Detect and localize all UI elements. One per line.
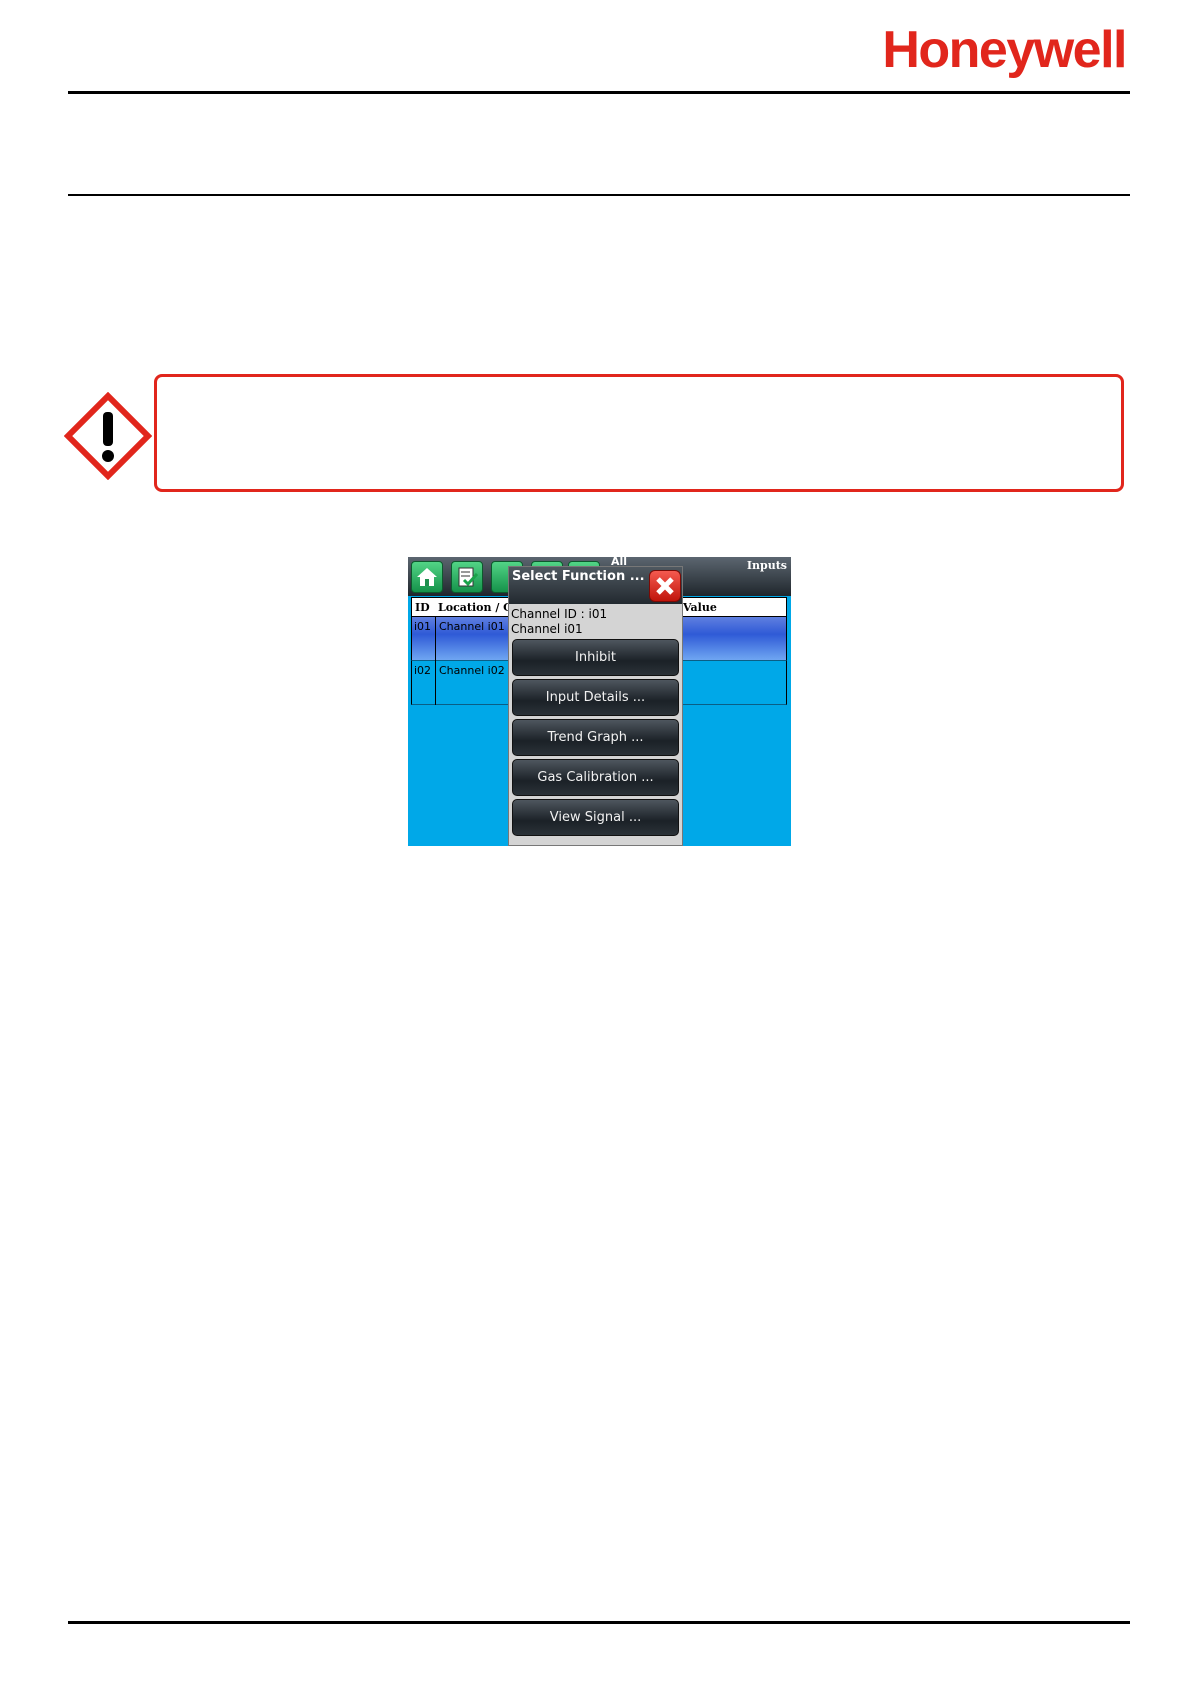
warning-box xyxy=(154,374,1124,492)
row-location: Channel i02 xyxy=(439,664,505,677)
column-id: ID xyxy=(415,601,430,614)
inhibit-button[interactable]: Inhibit xyxy=(512,639,679,676)
select-function-dialog: Select Function ... Channel ID : i01 Cha… xyxy=(508,566,683,846)
row-id: i02 xyxy=(414,664,432,677)
dialog-title-bar: Select Function ... xyxy=(509,567,682,604)
gas-calibration-button[interactable]: Gas Calibration ... xyxy=(512,759,679,796)
home-button[interactable] xyxy=(411,561,443,593)
trend-graph-button[interactable]: Trend Graph ... xyxy=(512,719,679,756)
row-id: i01 xyxy=(414,620,432,633)
view-signal-button[interactable]: View Signal ... xyxy=(512,799,679,836)
home-icon xyxy=(417,568,437,586)
column-value: Value xyxy=(683,601,717,614)
dialog-title: Select Function ... xyxy=(512,569,645,584)
column-divider xyxy=(435,617,436,705)
warning-diamond-icon xyxy=(64,392,152,480)
close-icon xyxy=(656,577,674,595)
header-rule xyxy=(68,91,1130,94)
checklist-button[interactable] xyxy=(451,561,483,593)
row-location: Channel i01 xyxy=(439,620,505,633)
channel-id-text: Channel ID : i01 xyxy=(511,607,608,621)
column-location: Location / C xyxy=(438,601,512,614)
input-details-button[interactable]: Input Details ... xyxy=(512,679,679,716)
section-title: Inputs xyxy=(746,559,787,572)
close-button[interactable] xyxy=(649,570,681,602)
honeywell-logo: Honeywell xyxy=(882,21,1127,79)
footer-rule xyxy=(68,1621,1130,1624)
checklist-icon xyxy=(458,567,478,587)
channel-name-text: Channel i01 xyxy=(511,622,583,636)
section-rule xyxy=(68,194,1130,196)
device-screenshot: All Inputs ID Location / C Value i01 Cha… xyxy=(408,557,791,846)
